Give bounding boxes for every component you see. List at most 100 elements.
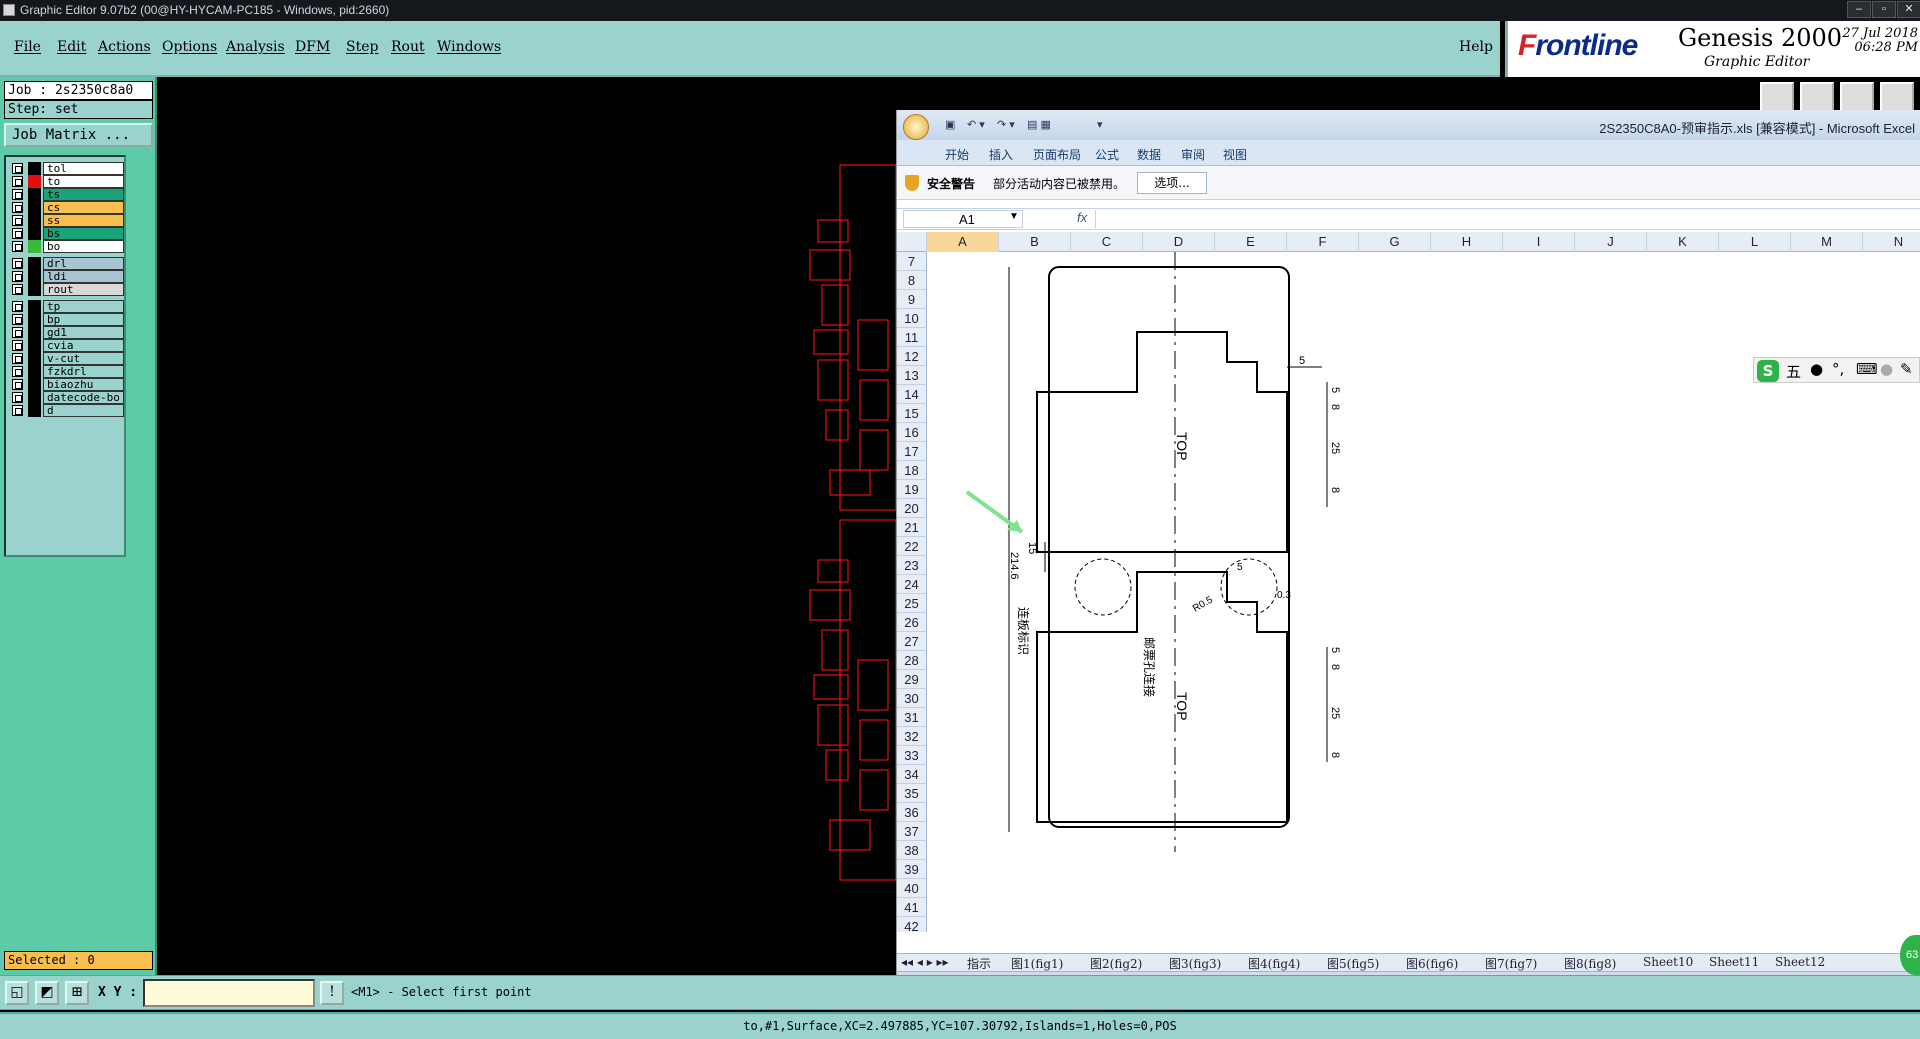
row-header-40[interactable]: 40	[897, 879, 927, 898]
layer-checkbox[interactable]	[12, 405, 23, 416]
row-header-20[interactable]: 20	[897, 499, 927, 518]
formula-input[interactable]	[1095, 210, 1915, 228]
sheet-tab-6[interactable]: 图6(fig6)	[1406, 955, 1458, 972]
undo-icon[interactable]: ↶ ▾	[967, 118, 985, 131]
xy-input[interactable]	[143, 979, 315, 1007]
layer-color-swatch[interactable]	[28, 404, 41, 417]
column-header-G[interactable]: G	[1359, 232, 1431, 252]
ime-toolbar[interactable]: S 五 ● °, ⌨ ● ✎	[1753, 357, 1920, 383]
keyboard-icon[interactable]: ⌨	[1856, 360, 1878, 378]
column-header-N[interactable]: N	[1863, 232, 1920, 252]
row-header-29[interactable]: 29	[897, 670, 927, 689]
layer-checkbox[interactable]	[12, 258, 23, 269]
name-box[interactable]: A1	[903, 210, 1023, 228]
row-header-37[interactable]: 37	[897, 822, 927, 841]
layer-checkbox[interactable]	[12, 314, 23, 325]
sheet-tab-1[interactable]: 图1(fig1)	[1011, 955, 1063, 972]
chevron-down-icon[interactable]: ▼	[1009, 211, 1019, 222]
layer-checkbox[interactable]	[12, 366, 23, 377]
layer-color-swatch[interactable]	[28, 283, 41, 296]
row-header-17[interactable]: 17	[897, 442, 927, 461]
row-header-11[interactable]: 11	[897, 328, 927, 347]
column-header-K[interactable]: K	[1647, 232, 1719, 252]
office-button-icon[interactable]	[903, 114, 929, 140]
row-header-21[interactable]: 21	[897, 518, 927, 537]
column-header-A[interactable]: A	[927, 232, 999, 252]
row-header-24[interactable]: 24	[897, 575, 927, 594]
row-header-9[interactable]: 9	[897, 290, 927, 309]
print-icon[interactable]: ▤ ▦	[1027, 118, 1051, 131]
quick-save-icon[interactable]: ▣	[945, 118, 955, 131]
options-button[interactable]: 选项...	[1137, 172, 1207, 194]
column-header-B[interactable]: B	[999, 232, 1071, 252]
fx-icon[interactable]: fx	[1077, 210, 1087, 225]
column-header-H[interactable]: H	[1431, 232, 1503, 252]
ribbon-tab-2[interactable]: 页面布局	[1033, 146, 1081, 163]
redo-icon[interactable]: ↷ ▾	[997, 118, 1015, 131]
sheet-tab-0[interactable]: 指示	[967, 955, 991, 972]
row-header-32[interactable]: 32	[897, 727, 927, 746]
zoom-area-icon[interactable]: ◱	[5, 981, 29, 1005]
customize-icon[interactable]: ▾	[1097, 118, 1103, 131]
menu-analysis[interactable]: Analysis	[226, 39, 285, 55]
snap-icon[interactable]: ◩	[35, 981, 59, 1005]
menu-dfm[interactable]: DFM	[295, 39, 330, 55]
row-header-12[interactable]: 12	[897, 347, 927, 366]
ime-mode[interactable]: 五	[1786, 361, 1801, 382]
layer-checkbox[interactable]	[12, 241, 23, 252]
menu-windows[interactable]: Windows	[437, 39, 501, 55]
menu-file[interactable]: File	[14, 39, 41, 55]
sheet-tab-10[interactable]: Sheet11	[1709, 955, 1759, 969]
column-header-E[interactable]: E	[1215, 232, 1287, 252]
menu-edit[interactable]: Edit	[57, 39, 86, 55]
row-header-35[interactable]: 35	[897, 784, 927, 803]
layer-name[interactable]: d	[43, 404, 124, 417]
sheet-tab-8[interactable]: 图8(fig8)	[1564, 955, 1616, 972]
job-matrix-button[interactable]: Job Matrix ...	[4, 123, 153, 147]
column-header-F[interactable]: F	[1287, 232, 1359, 252]
layer-checkbox[interactable]	[12, 189, 23, 200]
ribbon-tab-6[interactable]: 视图	[1223, 146, 1247, 163]
sheet-tab-11[interactable]: Sheet12	[1775, 955, 1825, 969]
row-header-13[interactable]: 13	[897, 366, 927, 385]
sheet-tab-9[interactable]: Sheet10	[1643, 955, 1693, 969]
row-header-33[interactable]: 33	[897, 746, 927, 765]
sheet-tab-7[interactable]: 图7(fig7)	[1485, 955, 1537, 972]
menu-options[interactable]: Options	[162, 39, 217, 55]
menu-rout[interactable]: Rout	[391, 39, 425, 55]
row-header-19[interactable]: 19	[897, 480, 927, 499]
info-icon[interactable]: !	[320, 981, 344, 1005]
ribbon-tab-4[interactable]: 数据	[1137, 146, 1161, 163]
row-header-23[interactable]: 23	[897, 556, 927, 575]
row-header-22[interactable]: 22	[897, 537, 927, 556]
ribbon-tab-1[interactable]: 插入	[989, 146, 1013, 163]
layer-checkbox[interactable]	[12, 284, 23, 295]
row-header-18[interactable]: 18	[897, 461, 927, 480]
layer-name[interactable]: bo	[43, 240, 124, 253]
layer-color-swatch[interactable]	[28, 240, 41, 253]
row-header-7[interactable]: 7	[897, 252, 927, 271]
sheet-tab-5[interactable]: 图5(fig5)	[1327, 955, 1379, 972]
sheet-tab-2[interactable]: 图2(fig2)	[1090, 955, 1142, 972]
close-button[interactable]: ✕	[1897, 1, 1920, 18]
sheet-tab-4[interactable]: 图4(fig4)	[1248, 955, 1300, 972]
sheet-nav-icon[interactable]: ◂◂ ◂ ▸ ▸▸	[901, 955, 949, 969]
sogou-icon[interactable]: S	[1757, 360, 1779, 382]
row-header-36[interactable]: 36	[897, 803, 927, 822]
layer-row-rout[interactable]: rout	[8, 282, 126, 297]
layer-checkbox[interactable]	[12, 176, 23, 187]
row-header-25[interactable]: 25	[897, 594, 927, 613]
row-header-15[interactable]: 15	[897, 404, 927, 423]
pcb-view[interactable]	[800, 160, 896, 900]
column-header-J[interactable]: J	[1575, 232, 1647, 252]
layer-checkbox[interactable]	[12, 202, 23, 213]
layer-checkbox[interactable]	[12, 228, 23, 239]
worksheet-grid[interactable]: ABCDEFGHIJKLMN 7 8 9 10 11 12 13 14 15 16 17 18 19 20…	[897, 232, 1920, 932]
menu-step[interactable]: Step	[346, 39, 378, 55]
wrench-icon[interactable]: ✎	[1900, 360, 1913, 378]
row-header-27[interactable]: 27	[897, 632, 927, 651]
layer-checkbox[interactable]	[12, 271, 23, 282]
column-header-C[interactable]: C	[1071, 232, 1143, 252]
column-header-M[interactable]: M	[1791, 232, 1863, 252]
layer-name[interactable]: rout	[43, 283, 124, 296]
